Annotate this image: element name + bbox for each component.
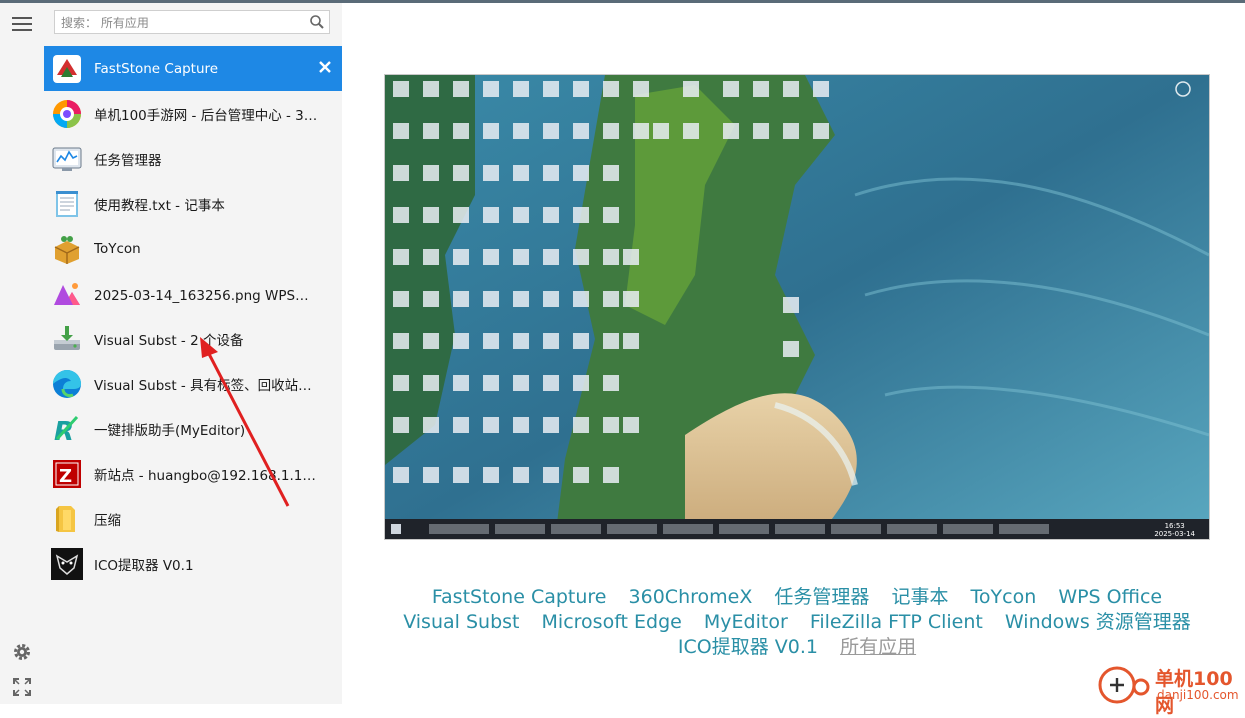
app-link[interactable]: FileZilla FTP Client	[810, 611, 983, 633]
app-link[interactable]: ToYcon	[971, 586, 1037, 608]
app-link[interactable]: FastStone Capture	[432, 586, 607, 608]
app-link[interactable]: 任务管理器	[774, 586, 869, 608]
app-links: FastStone Capture 360ChromeX 任务管理器 记事本 T…	[382, 585, 1212, 660]
desktop-wallpaper-image	[385, 75, 1209, 539]
app-link[interactable]: 记事本	[891, 586, 948, 608]
app-link[interactable]: Visual Subst	[403, 611, 519, 633]
desktop-clock-time: 16:53	[1164, 522, 1185, 530]
desktop-preview[interactable]: 16:53 2025-03-14	[384, 74, 1210, 540]
app-link[interactable]: ICO提取器 V0.1	[678, 636, 818, 658]
desktop-clock-date: 2025-03-14	[1154, 530, 1195, 538]
app-link[interactable]: Windows 资源管理器	[1005, 611, 1191, 633]
app-link[interactable]: WPS Office	[1058, 586, 1162, 608]
main-panel: 16:53 2025-03-14 FastStone Capture 360Ch…	[342, 3, 1245, 717]
app-link[interactable]: MyEditor	[704, 611, 788, 633]
all-apps-link[interactable]: 所有应用	[840, 636, 916, 658]
watermark: 单机100网 danji100.com	[1097, 663, 1245, 717]
desktop-clock: 16:53 2025-03-14	[1154, 522, 1195, 538]
app-link[interactable]: Microsoft Edge	[542, 611, 682, 633]
app-link[interactable]: 360ChromeX	[629, 586, 753, 608]
watermark-logo-icon	[1098, 666, 1150, 704]
watermark-url: danji100.com	[1157, 688, 1239, 702]
